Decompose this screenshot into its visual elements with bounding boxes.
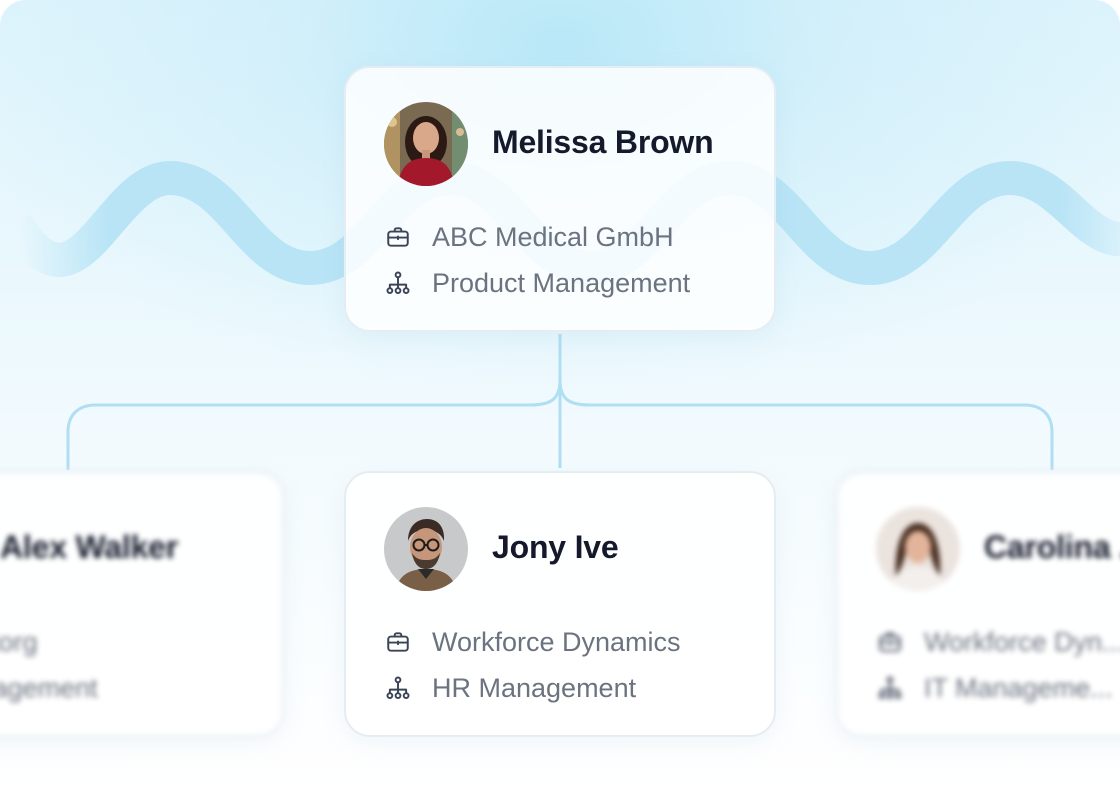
person-name: Melissa Brown <box>492 124 714 160</box>
company-name: Workforce Dynamics <box>432 626 681 657</box>
department-name: HR Management <box>432 672 637 703</box>
org-chart-icon <box>384 674 412 702</box>
company-row: Workforce Dynamics <box>384 625 681 659</box>
department-row: IT Manageme... <box>876 671 1113 705</box>
company-row: ...estorg <box>0 625 38 659</box>
department-name: ...anagement <box>0 672 98 703</box>
connector-line <box>66 379 562 470</box>
department-name: IT Manageme... <box>924 672 1113 703</box>
briefcase-icon <box>384 223 412 251</box>
org-chart-canvas: Melissa Brown ABC Medical GmbH Product M… <box>0 0 1120 800</box>
department-row: HR Management <box>384 671 636 705</box>
briefcase-icon <box>876 628 904 656</box>
department-row: ...anagement <box>0 671 98 705</box>
person-name: Alex Walker <box>0 529 179 565</box>
department-name: Product Management <box>432 267 691 298</box>
org-chart-icon <box>876 674 904 702</box>
connector-line <box>558 379 1054 470</box>
report-card[interactable]: Jony Ive Workforce Dynamics HR Managemen… <box>344 471 776 737</box>
avatar <box>384 507 468 591</box>
manager-card[interactable]: Melissa Brown ABC Medical GmbH Product M… <box>344 66 776 332</box>
company-row: ABC Medical GmbH <box>384 220 674 254</box>
report-card[interactable]: Carolina ... Workforce Dyn... IT Managem… <box>836 471 1120 737</box>
company-name: ...estorg <box>0 626 38 657</box>
company-name: Workforce Dyn... <box>924 626 1120 657</box>
avatar <box>876 507 960 591</box>
briefcase-icon <box>384 628 412 656</box>
report-card[interactable]: Alex Walker ...estorg ...anagement <box>0 471 284 737</box>
avatar <box>384 102 468 186</box>
company-name: ABC Medical GmbH <box>432 221 674 252</box>
person-name: Jony Ive <box>492 529 619 565</box>
company-row: Workforce Dyn... <box>876 625 1120 659</box>
department-row: Product Management <box>384 266 690 300</box>
org-chart-icon <box>384 269 412 297</box>
person-name: Carolina ... <box>984 529 1120 565</box>
